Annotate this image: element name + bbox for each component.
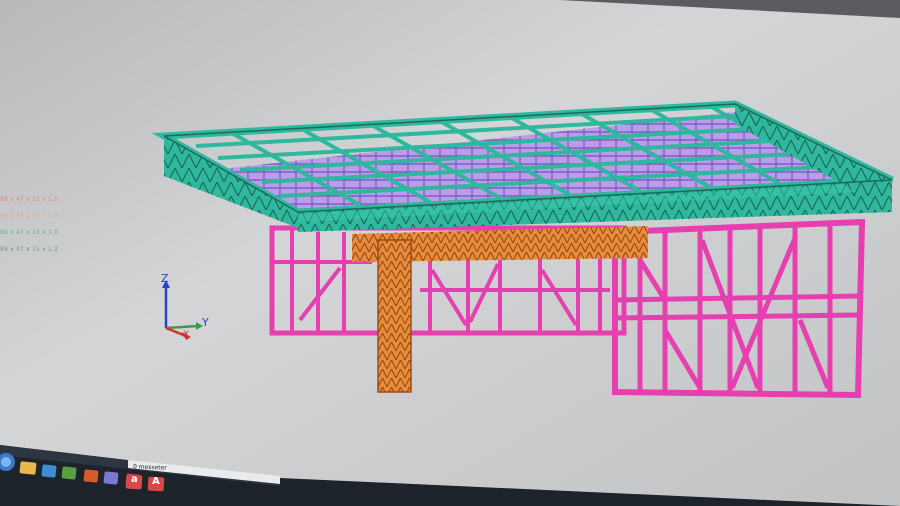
axis-x-label: X (183, 330, 190, 340)
legend-item-2: 89 x 47 x 15 x 1.0 (0, 212, 59, 219)
taskbar-app-icon-3[interactable] (83, 469, 99, 483)
legend-item-1: 89 x 47 x 15 x 1.0 (0, 196, 59, 203)
legend-item-3: 89 x 47 x 15 x 1.0 (0, 229, 59, 236)
taskbar-app-a2-label: A (152, 476, 160, 487)
status-text: 0 messeter (132, 463, 167, 472)
structural-3d-viewport[interactable] (0, 0, 900, 506)
axis-z-label: Z (161, 272, 169, 285)
taskbar-app-icon-1[interactable] (41, 464, 57, 478)
legend-item-4: 89 x 47 x 15 x 1.2 (0, 246, 59, 253)
taskbar-app-icon-4[interactable] (103, 471, 119, 485)
taskbar-app-icon-2[interactable] (61, 466, 77, 480)
taskbar-app-a1-label: a (131, 474, 138, 485)
taskbar-folder-icon[interactable] (19, 461, 37, 475)
axis-y-label: Y (202, 316, 209, 329)
